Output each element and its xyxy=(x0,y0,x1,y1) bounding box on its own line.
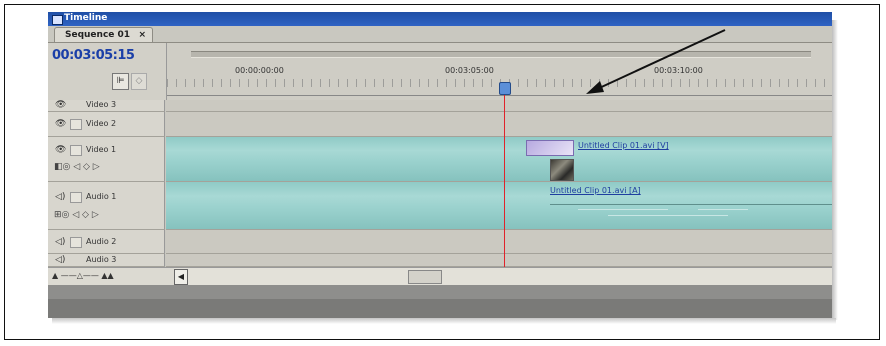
timeline-window: Timeline Sequence 01 × 00:03:05:15 ⊫ ◇ 0… xyxy=(48,12,832,318)
arrow-head xyxy=(586,81,604,94)
window-shadow xyxy=(832,20,838,320)
window-shadow-bottom xyxy=(52,318,836,324)
annotation-arrow-icon xyxy=(586,29,726,94)
arrow-shaft xyxy=(594,29,726,91)
